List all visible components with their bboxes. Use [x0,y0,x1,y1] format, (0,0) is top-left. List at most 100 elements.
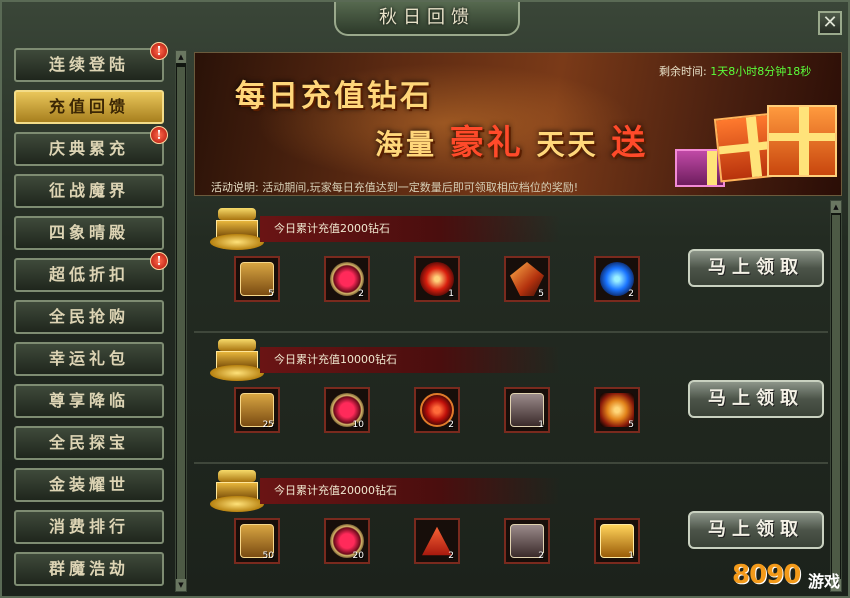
sidebar-scroll-thumb[interactable] [177,67,185,587]
watermark-text: 游戏 [808,572,841,591]
banner-subline-highlight: 豪礼 [449,123,524,163]
sidebar-item-label: 连续登陆 [48,55,129,74]
sidebar-item[interactable]: 充值回馈 [14,90,164,124]
reward-slot[interactable]: 1 [504,387,550,433]
sidebar-item[interactable]: 连续登陆! [14,42,168,82]
claim-reward-button[interactable]: 马上领取 [688,511,824,549]
claim-reward-button[interactable]: 马上领取 [688,249,824,287]
sidebar-item-label: 全民抢购 [48,307,129,326]
sidebar-item-label: 消费排行 [48,517,129,536]
scroll-up-icon[interactable]: ▲ [831,201,841,213]
gold-treasure-icon [210,208,264,252]
event-description: 活动说明: 活动期间,玩家每日充值达到一定数量后即可领取相应档位的奖励! [211,179,578,195]
sidebar-scrollbar[interactable]: ▲ ▼ [175,50,187,592]
alert-badge-icon: ! [150,252,168,270]
remaining-time-label: 剩余时间: [659,65,707,78]
reward-count: 50 [262,551,274,561]
scroll-down-icon[interactable]: ▼ [176,579,186,591]
sidebar-item[interactable]: 幸运礼包 [14,342,164,376]
alert-badge-icon: ! [150,126,168,144]
reward-count: 5 [538,289,544,299]
tier-title: 今日累计充值2000钻石 [260,216,560,242]
reward-slot[interactable]: 2 [504,518,550,564]
reward-count: 25 [262,420,274,430]
banner-subline: 海量 豪礼 天天 送 [375,115,648,164]
sidebar-item-label: 征战魔界 [48,181,129,200]
event-sidebar: 连续登陆! 充值回馈庆典累充! 征战魔界四象晴殿超低折扣! 全民抢购幸运礼包尊享降临全… [10,42,168,596]
site-watermark: 8090 游戏 [732,560,848,596]
event-banner: 每日充值钻石 海量 豪礼 天天 送 剩余时间: 1天8小时8分钟18秒 活动说明… [194,52,842,196]
sidebar-item-label: 群魔浩劫 [48,559,129,578]
content-scroll-thumb[interactable] [832,215,840,579]
reward-slot[interactable]: 10 [324,387,370,433]
sidebar-item[interactable]: 庆典累充! [14,126,168,166]
sidebar-item-label: 幸运礼包 [48,349,129,368]
watermark-number: 8090 [732,560,801,590]
reward-count: 1 [448,289,454,299]
reward-slot[interactable]: 2 [324,256,370,302]
gold-treasure-icon [210,339,264,383]
reward-count: 5 [628,420,634,430]
tier-title: 今日累计充值10000钻石 [260,347,560,373]
close-icon[interactable]: ✕ [818,11,842,35]
banner-headline: 每日充值钻石 [235,79,433,114]
sidebar-item[interactable]: 超低折扣! [14,252,168,292]
sidebar-item[interactable]: 金装耀世 [14,468,164,502]
reward-slot[interactable]: 2 [594,256,640,302]
row-divider [194,462,828,464]
sidebar-item[interactable]: 消费排行 [14,510,164,544]
claim-reward-button[interactable]: 马上领取 [688,380,824,418]
sidebar-item-label: 超低折扣 [48,265,129,284]
reward-count: 1 [628,551,634,561]
reward-slot[interactable]: 2 [414,518,460,564]
sidebar-item-label: 尊享降临 [48,391,129,410]
reward-count: 1 [538,420,544,430]
reward-slot[interactable]: 5 [594,387,640,433]
tier-title: 今日累计充值20000钻石 [260,478,560,504]
sidebar-item-label: 充值回馈 [48,97,129,116]
banner-subline-c: 送 [611,123,649,163]
gift-box-icon [767,105,837,177]
window-title: 秋日回馈 [334,2,520,36]
sidebar-item[interactable]: 四象晴殿 [14,216,164,250]
reward-count: 10 [352,420,364,430]
reward-tier-list: 今日累计充值2000钻石 5 2 1 5 2 马上领取 今日累计充值10000钻石 25 10 2 1… [194,200,828,592]
reward-slot[interactable]: 50 [234,518,280,564]
alert-badge-icon: ! [150,42,168,60]
gold-treasure-icon [210,470,264,514]
scroll-up-icon[interactable]: ▲ [176,51,186,63]
reward-count: 2 [538,551,544,561]
remaining-time: 剩余时间: 1天8小时8分钟18秒 [659,63,811,79]
banner-subline-b: 天天 [536,128,599,161]
event-description-text: 活动期间,玩家每日充值达到一定数量后即可领取相应档位的奖励! [262,181,579,194]
reward-slot[interactable]: 20 [324,518,370,564]
reward-count: 5 [268,289,274,299]
sidebar-item-label: 四象晴殿 [48,223,129,242]
reward-slot[interactable]: 5 [234,256,280,302]
banner-subline-a: 海量 [375,128,438,161]
event-description-label: 活动说明: [211,181,259,194]
reward-slot[interactable]: 5 [504,256,550,302]
reward-tier-row: 今日累计充值2000钻石 5 2 1 5 2 马上领取 [194,200,828,328]
sidebar-item[interactable]: 全民探宝 [14,426,164,460]
reward-tier-row: 今日累计充值10000钻石 25 10 2 1 5 马上领取 [194,331,828,459]
sidebar-item[interactable]: 群魔浩劫 [14,552,164,586]
sidebar-item[interactable]: 征战魔界 [14,174,164,208]
sidebar-item[interactable]: 全民抢购 [14,300,164,334]
reward-count: 2 [448,551,454,561]
sidebar-item[interactable]: 尊享降临 [14,384,164,418]
reward-count: 2 [628,289,634,299]
remaining-time-value: 1天8小时8分钟18秒 [710,65,812,78]
event-window: 秋日回馈 ✕ 连续登陆! 充值回馈庆典累充! 征战魔界四象晴殿超低折扣! 全民抢购幸运… [0,0,850,598]
content-scrollbar[interactable]: ▲ ▼ [830,200,842,592]
reward-count: 20 [352,551,364,561]
reward-slot[interactable]: 2 [414,387,460,433]
row-divider [194,331,828,333]
sidebar-item-label: 庆典累充 [48,139,129,158]
reward-slot[interactable]: 1 [594,518,640,564]
sidebar-item-label: 金装耀世 [48,475,129,494]
reward-count: 2 [358,289,364,299]
reward-slot[interactable]: 25 [234,387,280,433]
sidebar-item-label: 全民探宝 [48,433,129,452]
reward-slot[interactable]: 1 [414,256,460,302]
